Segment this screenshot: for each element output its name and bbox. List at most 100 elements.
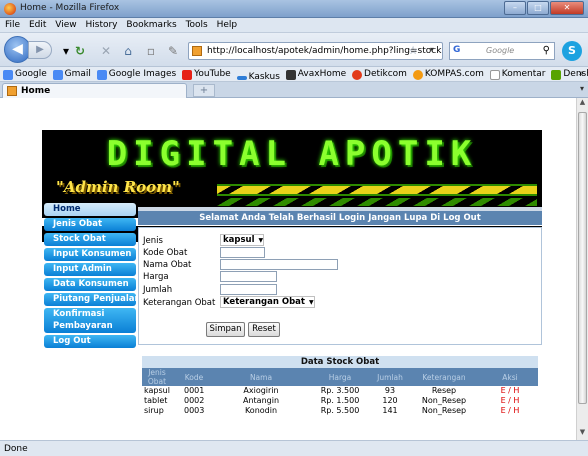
- chevron-down-icon: ▼: [258, 237, 264, 244]
- menu-edit[interactable]: Edit: [26, 18, 49, 32]
- bookmarks-overflow-icon[interactable]: »: [578, 67, 584, 81]
- youtube-icon: [182, 69, 193, 80]
- bookmark-gmail[interactable]: Gmail: [52, 67, 91, 81]
- simpan-button[interactable]: Simpan: [206, 322, 245, 337]
- stock-table-title: Data Stock Obat: [142, 356, 538, 368]
- keterangan-obat-label: Keterangan Obat: [143, 298, 216, 308]
- address-bar[interactable]: http://localhost/apotek/admin/home.php?l…: [188, 42, 443, 60]
- stock-table: Jenis Obat Kode Nama Harga Jumlah Ketera…: [142, 368, 538, 416]
- cell-jenis: tablet: [144, 396, 168, 405]
- kode-obat-input[interactable]: [220, 247, 265, 258]
- banner-stripes: [217, 184, 537, 196]
- chevron-down-icon: ▼: [308, 299, 314, 306]
- maximize-button[interactable]: □: [527, 1, 549, 15]
- avaxhome-icon: [285, 69, 296, 80]
- minimize-button[interactable]: –: [504, 1, 526, 15]
- edit-hapus-link[interactable]: E / H: [482, 406, 538, 416]
- banner-subtitle: "Admin Room": [56, 178, 180, 196]
- url-text[interactable]: http://localhost/apotek/admin/home.php?l…: [207, 46, 441, 56]
- stock-form: Jenis kapsul ▼ Kode Obat Nama Obat Harga …: [138, 227, 542, 345]
- back-button[interactable]: ◀: [4, 36, 31, 63]
- cell-jumlah: 141: [382, 406, 398, 415]
- sidebar-item-data-konsumen[interactable]: Data Konsumen: [44, 278, 136, 291]
- firefox-icon: [4, 3, 16, 15]
- sidebar-item-stock-obat[interactable]: Stock Obat: [44, 233, 136, 246]
- harga-input[interactable]: [220, 271, 277, 282]
- google-search-engine-icon[interactable]: G: [453, 45, 460, 55]
- sidebar-item-jenis-obat[interactable]: Jenis Obat: [44, 218, 136, 231]
- bookmark-kaskus[interactable]: Kaskus: [236, 70, 280, 81]
- navigation-toolbar: ◀ ▶ ▾ ↻ ✕ ⌂ ▫ ✎ http://localhost/apotek/…: [0, 33, 588, 67]
- stop-icon[interactable]: ✕: [98, 43, 114, 59]
- vertical-scrollbar[interactable]: ▲ ▼: [576, 98, 588, 440]
- keterangan-obat-select[interactable]: Keterangan Obat ▼: [220, 296, 315, 308]
- menu-history[interactable]: History: [82, 18, 120, 32]
- scroll-up-icon[interactable]: ▲: [577, 98, 588, 110]
- menu-bar: File Edit View History Bookmarks Tools H…: [0, 18, 588, 33]
- menu-bookmarks[interactable]: Bookmarks: [123, 18, 179, 32]
- bookmark-komentar[interactable]: Komentar: [489, 67, 545, 81]
- harga-label: Harga: [143, 272, 169, 282]
- skype-icon[interactable]: S: [562, 41, 582, 61]
- cell-jenis: kapsul: [144, 386, 170, 395]
- menu-file[interactable]: File: [2, 18, 23, 32]
- stock-table-section: Data Stock Obat Jenis Obat Kode Nama Har…: [142, 356, 538, 416]
- reset-button[interactable]: Reset: [248, 322, 280, 337]
- search-box[interactable]: G Google ⚲: [449, 42, 555, 60]
- tab-home[interactable]: Home: [2, 83, 187, 98]
- cell-keterangan: Resep: [431, 386, 457, 395]
- close-button[interactable]: ✕: [550, 1, 584, 15]
- bookmark-detikcom[interactable]: Detikcom: [352, 67, 407, 81]
- search-input[interactable]: Google: [486, 46, 514, 55]
- cell-nama: Antangin: [242, 396, 280, 405]
- column-header-kode: Kode: [172, 368, 216, 386]
- new-tab-button[interactable]: +: [193, 84, 215, 97]
- cell-kode: 0002: [184, 396, 205, 405]
- google-icon: [3, 69, 13, 80]
- bookmarks-toolbar: Google Gmail Google Images YouTube Kasku…: [0, 67, 588, 82]
- detikcom-icon: [352, 69, 363, 80]
- cell-nama: Konodin: [244, 406, 278, 415]
- reload-icon[interactable]: ↻: [72, 43, 88, 59]
- url-dropdown-icon[interactable]: ▾: [430, 45, 434, 54]
- jenis-select[interactable]: kapsul ▼: [220, 234, 265, 246]
- sidebar-item-home[interactable]: Home: [44, 203, 136, 216]
- column-header-nama: Nama: [216, 368, 306, 386]
- nama-obat-input[interactable]: [220, 259, 338, 270]
- jumlah-input[interactable]: [220, 284, 277, 295]
- edit-hapus-link[interactable]: E / H: [482, 386, 538, 396]
- edit-hapus-link[interactable]: E / H: [482, 396, 538, 406]
- home-icon[interactable]: ⌂: [120, 43, 136, 59]
- bookmark-youtube[interactable]: YouTube: [182, 67, 231, 81]
- column-header-aksi: Aksi: [482, 368, 538, 386]
- bookmark-star-icon[interactable]: ☆: [408, 44, 418, 57]
- bookmark-avaxhome[interactable]: AvaxHome: [285, 67, 346, 81]
- sidebar-item-piutang-penjualan[interactable]: Piutang Penjualan: [44, 293, 136, 306]
- sidebar-item-log-out[interactable]: Log Out: [44, 335, 136, 348]
- menu-help[interactable]: Help: [214, 18, 241, 32]
- page-icon[interactable]: ▫: [143, 43, 159, 59]
- welcome-header: Selamat Anda Telah Berhasil Login Jangan…: [138, 207, 542, 225]
- tab-label: Home: [21, 86, 51, 96]
- bookmark-google[interactable]: Google: [3, 67, 47, 81]
- column-header-keterangan: Keterangan: [406, 368, 482, 386]
- extension-icon[interactable]: ✎: [165, 43, 181, 59]
- bookmark-google-images[interactable]: Google Images: [96, 67, 176, 81]
- column-header-jenis: Jenis Obat: [142, 368, 172, 386]
- scroll-down-icon[interactable]: ▼: [577, 428, 588, 440]
- bookmark-kompas[interactable]: KOMPAS.com: [412, 67, 484, 81]
- menu-tools[interactable]: Tools: [183, 18, 211, 32]
- sidebar-item-konfirmasi-pembayaran[interactable]: Konfirmasi Pembayaran: [44, 308, 136, 333]
- tab-list-icon[interactable]: ▾: [580, 84, 584, 93]
- jenis-select-value: kapsul: [223, 235, 255, 245]
- sidebar-item-input-konsumen[interactable]: Input Konsumen: [44, 248, 136, 261]
- forward-button[interactable]: ▶: [28, 41, 52, 59]
- search-icon[interactable]: ⚲: [543, 45, 550, 56]
- google-icon: [52, 69, 63, 80]
- table-header-row: Jenis Obat Kode Nama Harga Jumlah Ketera…: [142, 368, 538, 386]
- menu-view[interactable]: View: [52, 18, 79, 32]
- jenis-label: Jenis: [143, 236, 163, 246]
- sidebar-item-input-admin[interactable]: Input Admin: [44, 263, 136, 276]
- window-controls: – □ ✕: [504, 1, 584, 15]
- scrollbar-thumb[interactable]: [578, 112, 587, 404]
